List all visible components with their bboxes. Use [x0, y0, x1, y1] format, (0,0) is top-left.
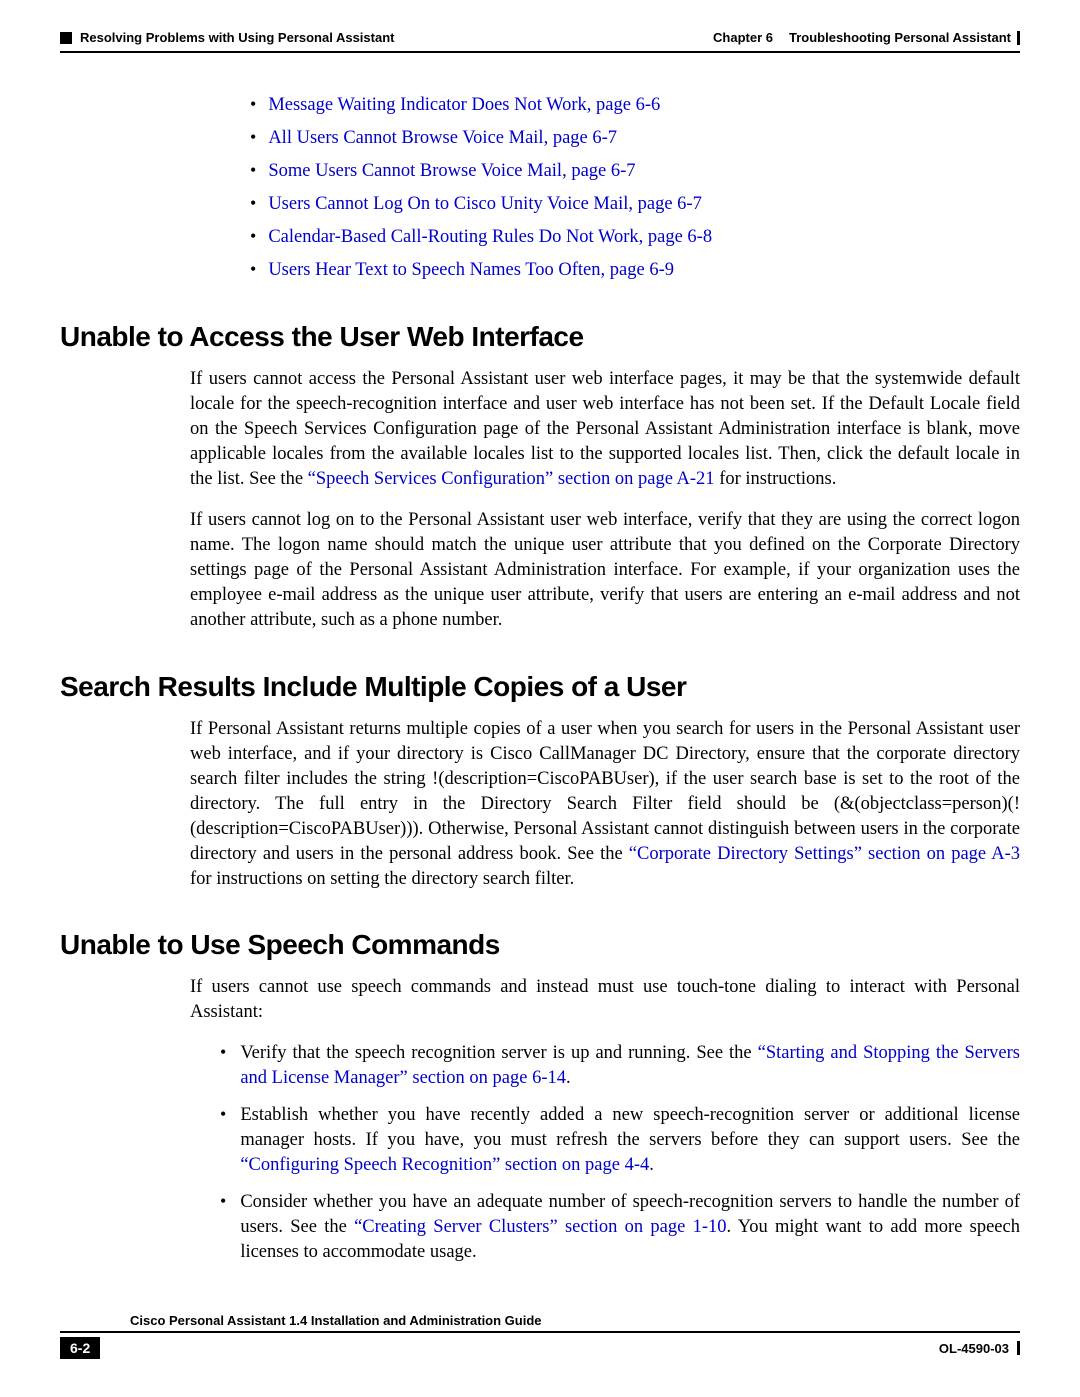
section-heading: Unable to Access the User Web Interface	[60, 321, 1020, 353]
list-item: • Verify that the speech recognition ser…	[220, 1041, 1020, 1091]
list-item: • Establish whether you have recently ad…	[220, 1103, 1020, 1178]
xref-link[interactable]: Users Cannot Log On to Cisco Unity Voice…	[268, 194, 702, 215]
xref-link[interactable]: Users Hear Text to Speech Names Too Ofte…	[268, 260, 674, 281]
page-footer: Cisco Personal Assistant 1.4 Installatio…	[60, 1313, 1020, 1359]
bullet-icon: •	[250, 225, 256, 245]
bullet-icon: •	[250, 258, 256, 278]
page-number-badge: 6-2	[60, 1337, 100, 1359]
section-heading: Unable to Use Speech Commands	[60, 929, 1020, 961]
list-item-text: Establish whether you have recently adde…	[240, 1105, 1020, 1150]
bullet-icon: •	[250, 126, 256, 146]
inline-xref-link[interactable]: “Configuring Speech Recognition” section…	[240, 1155, 649, 1175]
body-paragraph: If users cannot log on to the Personal A…	[190, 508, 1020, 633]
square-icon	[60, 32, 72, 44]
inline-xref-link[interactable]: “Corporate Directory Settings” section o…	[629, 844, 1020, 864]
body-paragraph: If users cannot use speech commands and …	[190, 975, 1020, 1025]
bullet-icon: •	[220, 1190, 226, 1210]
header-chapter-label: Chapter 6	[713, 30, 773, 45]
vertical-bar-icon	[1017, 31, 1020, 45]
xref-link[interactable]: Calendar-Based Call-Routing Rules Do Not…	[268, 227, 712, 248]
footer-rule	[60, 1331, 1020, 1333]
footer-doc-id: OL-4590-03	[939, 1341, 1009, 1356]
bullet-icon: •	[250, 159, 256, 179]
vertical-bar-icon	[1017, 1341, 1020, 1355]
body-paragraph: If Personal Assistant returns multiple c…	[190, 717, 1020, 892]
xref-link[interactable]: Some Users Cannot Browse Voice Mail, pag…	[268, 161, 635, 182]
bullet-icon: •	[220, 1041, 226, 1061]
bullet-icon: •	[250, 93, 256, 113]
section-heading: Search Results Include Multiple Copies o…	[60, 671, 1020, 703]
header-chapter-title: Troubleshooting Personal Assistant	[789, 30, 1011, 45]
footer-guide-title: Cisco Personal Assistant 1.4 Installatio…	[130, 1313, 1020, 1328]
cross-reference-list: • Message Waiting Indicator Does Not Work…	[250, 93, 1020, 281]
list-item-text: .	[649, 1155, 654, 1175]
bullet-icon: •	[250, 192, 256, 212]
paragraph-text: If Personal Assistant returns multiple c…	[190, 719, 1020, 864]
list-item: • Consider whether you have an adequate …	[220, 1190, 1020, 1265]
header-section-path: Resolving Problems with Using Personal A…	[80, 30, 394, 45]
inline-xref-link[interactable]: “Speech Services Configuration” section …	[308, 469, 715, 489]
body-paragraph: If users cannot access the Personal Assi…	[190, 367, 1020, 492]
paragraph-text: for instructions.	[715, 469, 837, 489]
header-rule	[60, 51, 1020, 53]
xref-link[interactable]: Message Waiting Indicator Does Not Work,…	[268, 95, 660, 116]
inline-xref-link[interactable]: “Creating Server Clusters” section on pa…	[354, 1217, 726, 1237]
list-item-text: .	[566, 1068, 571, 1088]
body-bullet-list: • Verify that the speech recognition ser…	[220, 1041, 1020, 1265]
page-header: Resolving Problems with Using Personal A…	[60, 30, 1020, 45]
bullet-icon: •	[220, 1103, 226, 1123]
paragraph-text: for instructions on setting the director…	[190, 869, 574, 889]
list-item-text: Verify that the speech recognition serve…	[240, 1043, 757, 1063]
xref-link[interactable]: All Users Cannot Browse Voice Mail, page…	[268, 128, 617, 149]
